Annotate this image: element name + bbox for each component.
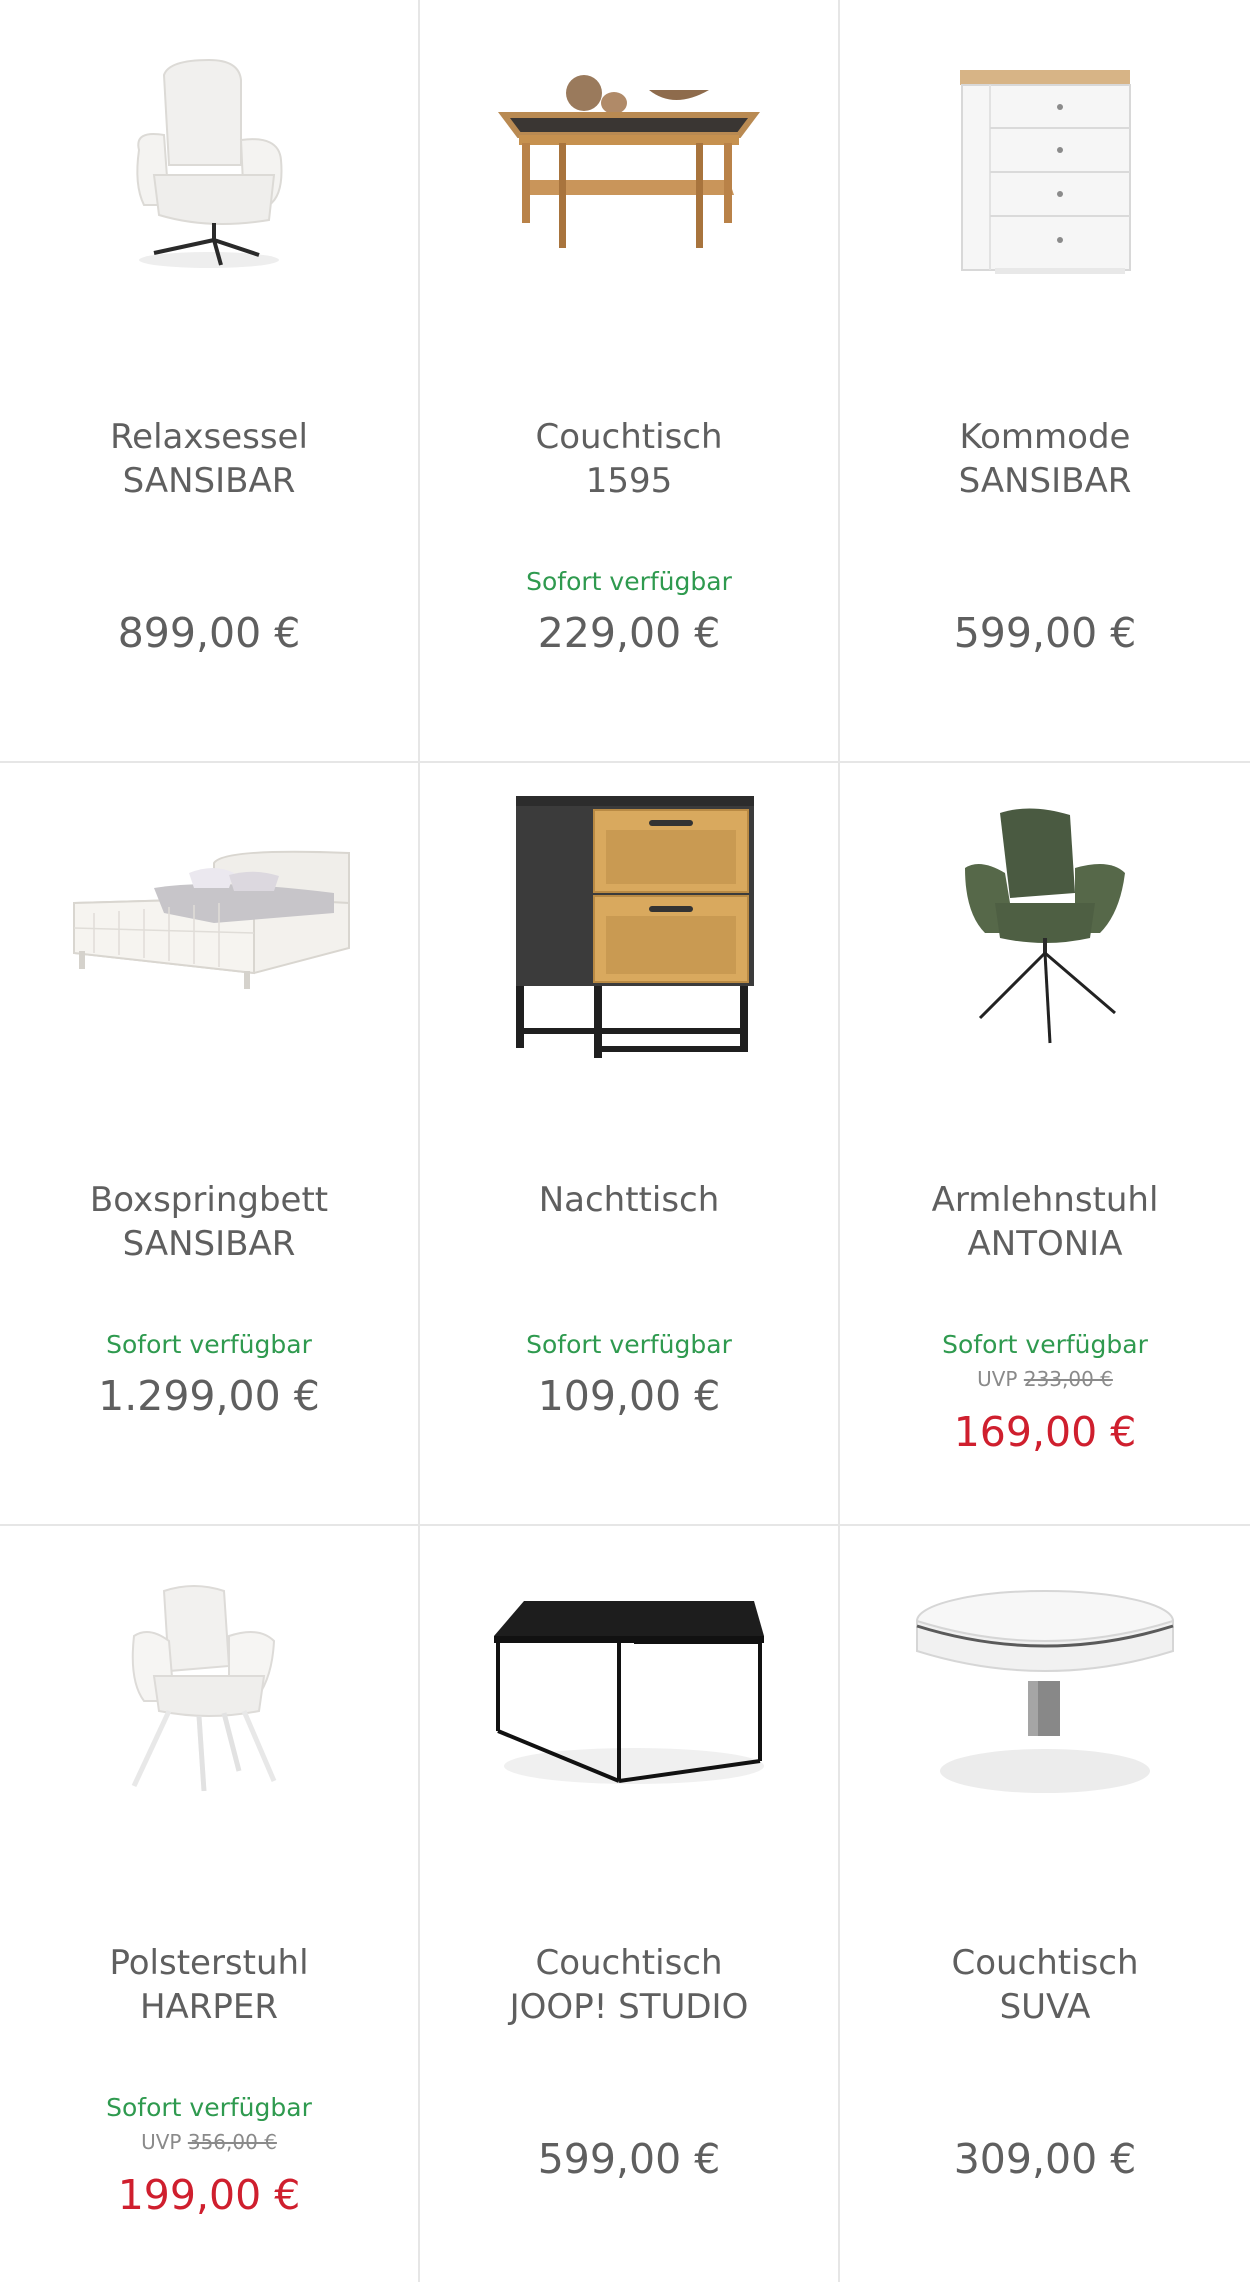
availability-badge: Sofort verfügbar (526, 1330, 732, 1359)
product-price: 109,00 € (537, 1372, 721, 1420)
uvp-label: UVP (141, 2130, 182, 2154)
product-name-line1: Boxspringbett (89, 1180, 329, 1220)
product-name-line1: Couchtisch (535, 1943, 723, 1983)
product-name[interactable]: Boxspringbett SANSIBAR (0, 1178, 418, 1266)
product-name-line2: SANSIBAR (958, 461, 1132, 501)
product-card[interactable]: Boxspringbett SANSIBAR Sofort verfügbar … (0, 763, 418, 1524)
product-name[interactable]: Nachttisch (420, 1178, 838, 1222)
product-image[interactable] (0, 1566, 418, 1816)
product-price: 1.299,00 € (98, 1372, 320, 1420)
product-name-line2: JOOP! STUDIO (509, 1987, 749, 2027)
product-price: 309,00 € (953, 2135, 1137, 2183)
product-name-line1: Polsterstuhl (109, 1943, 309, 1983)
product-name-line2: SUVA (999, 1987, 1091, 2027)
product-price: 899,00 € (117, 609, 301, 657)
availability-badge: Sofort verfügbar (526, 567, 732, 596)
product-name[interactable]: Couchtisch SUVA (840, 1941, 1250, 2029)
product-card[interactable]: Couchtisch JOOP! STUDIO 599,00 € (420, 1526, 838, 2282)
product-card[interactable]: Couchtisch SUVA 309,00 € (840, 1526, 1250, 2282)
availability-badge: Sofort verfügbar (106, 2093, 312, 2122)
metal-coffee-table-icon (494, 1601, 764, 1784)
bed-icon (73, 850, 350, 989)
product-name[interactable]: Armlehnstuhl ANTONIA (840, 1178, 1250, 1266)
product-image[interactable] (420, 796, 838, 1058)
product-image[interactable] (840, 40, 1250, 290)
product-price: 599,00 € (537, 2135, 721, 2183)
product-card[interactable]: Nachttisch Sofort verfügbar 109,00 € (420, 763, 838, 1524)
product-name-line1: Couchtisch (951, 1943, 1139, 1983)
product-name-line2: ANTONIA (967, 1224, 1123, 1264)
round-coffee-table-icon (916, 1590, 1174, 1793)
product-card[interactable]: Couchtisch 1595 Sofort verfügbar 229,00 … (420, 0, 838, 761)
product-name-line1: Armlehnstuhl (931, 1180, 1159, 1220)
product-name-line2: SANSIBAR (122, 1224, 296, 1264)
product-image[interactable] (840, 1566, 1250, 1816)
product-price: 229,00 € (537, 609, 721, 657)
sale-price: 199,00 € (117, 2171, 301, 2219)
product-name-line1: Kommode (959, 417, 1131, 457)
nightstand-icon (516, 796, 754, 1058)
product-name[interactable]: Relaxsessel SANSIBAR (0, 415, 418, 503)
product-image[interactable] (420, 1566, 838, 1816)
product-image[interactable] (0, 803, 418, 1053)
product-name[interactable]: Polsterstuhl HARPER (0, 1941, 418, 2029)
uvp-original-price: 356,00 € (187, 2130, 277, 2154)
product-name-line2: 1595 (585, 461, 673, 501)
product-name-line1: Relaxsessel (110, 417, 308, 457)
dresser-icon (960, 70, 1131, 274)
product-image[interactable] (0, 40, 418, 290)
availability-badge: Sofort verfügbar (942, 1330, 1148, 1359)
sale-price: 169,00 € (953, 1408, 1137, 1456)
armchair-icon (136, 58, 283, 268)
dining-chair-icon (131, 1585, 277, 1792)
product-card[interactable]: Polsterstuhl HARPER Sofort verfügbar UVP… (0, 1526, 418, 2282)
uvp-price: UVP 233,00 € (840, 1367, 1250, 1391)
product-image[interactable] (420, 40, 838, 290)
product-image[interactable] (840, 803, 1250, 1053)
product-grid: Relaxsessel SANSIBAR 899,00 € Couchtisch… (0, 0, 1250, 2282)
uvp-price: UVP 356,00 € (0, 2130, 418, 2154)
product-card[interactable]: Armlehnstuhl ANTONIA Sofort verfügbar UV… (840, 763, 1250, 1524)
product-name[interactable]: Couchtisch JOOP! STUDIO (420, 1941, 838, 2029)
product-price: 599,00 € (953, 609, 1137, 657)
product-name-line1: Nachttisch (538, 1180, 720, 1220)
uvp-label: UVP (977, 1367, 1018, 1391)
product-name-line2: SANSIBAR (122, 461, 296, 501)
product-card[interactable]: Relaxsessel SANSIBAR 899,00 € (0, 0, 418, 761)
coffee-table-icon (498, 75, 760, 248)
product-name[interactable]: Kommode SANSIBAR (840, 415, 1250, 503)
product-card[interactable]: Kommode SANSIBAR 599,00 € (840, 0, 1250, 761)
availability-badge: Sofort verfügbar (106, 1330, 312, 1359)
uvp-original-price: 233,00 € (1023, 1367, 1113, 1391)
product-name-line1: Couchtisch (535, 417, 723, 457)
product-name[interactable]: Couchtisch 1595 (420, 415, 838, 503)
product-name-line2: HARPER (139, 1987, 279, 2027)
armchair-green-icon (965, 808, 1125, 1044)
